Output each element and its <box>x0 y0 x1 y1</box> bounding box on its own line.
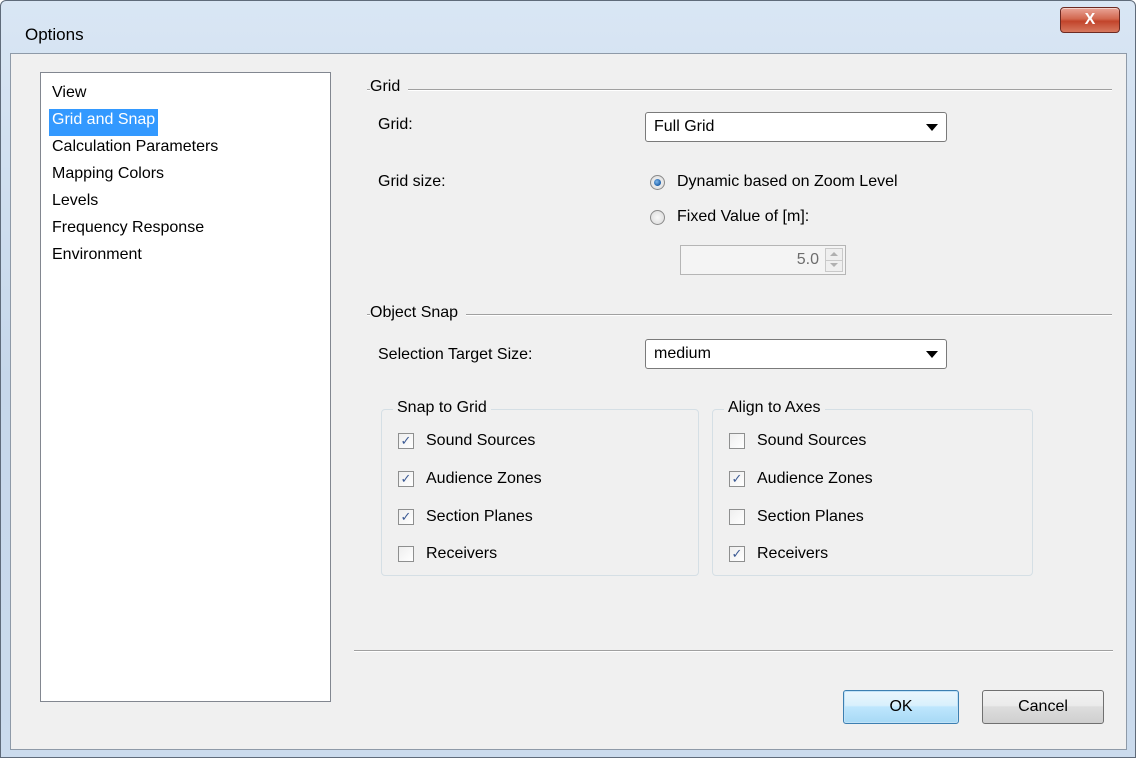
align-section-planes-label: Section Planes <box>757 508 864 525</box>
align-section-planes[interactable]: Section Planes <box>729 508 864 526</box>
checkbox[interactable]: ✓ <box>729 471 745 487</box>
chevron-down-icon <box>926 124 938 131</box>
align-to-axes-group: Align to Axes Sound Sources ✓ Audience Z… <box>712 399 1033 576</box>
align-receivers-label: Receivers <box>757 545 829 562</box>
nav-item-calculation-parameters[interactable]: Calculation Parameters <box>49 136 221 163</box>
snap-sound-sources-label: Sound Sources <box>426 432 536 449</box>
align-sound-sources-label: Sound Sources <box>757 432 867 449</box>
fixed-value-spinner[interactable]: 5.0 <box>680 245 846 275</box>
nav-item-grid-and-snap[interactable]: Grid and Snap <box>49 109 159 136</box>
nav-item-view[interactable]: View <box>49 82 89 109</box>
align-sound-sources[interactable]: Sound Sources <box>729 432 866 450</box>
window-title: Options <box>25 25 84 44</box>
snap-receivers[interactable]: Receivers <box>398 545 497 563</box>
checkbox[interactable] <box>729 433 745 449</box>
radio-dynamic-zoom[interactable]: Dynamic based on Zoom Level <box>650 173 898 191</box>
checkbox[interactable]: ✓ <box>398 509 414 525</box>
checkbox[interactable]: ✓ <box>729 546 745 562</box>
snap-receivers-label: Receivers <box>426 545 498 562</box>
object-snap-section-title: Object Snap <box>370 304 467 322</box>
selection-target-size-label: Selection Target Size: <box>378 346 533 363</box>
radio-dynamic-zoom-label: Dynamic based on Zoom Level <box>677 173 898 190</box>
nav-item-environment[interactable]: Environment <box>49 244 145 271</box>
nav-item-levels[interactable]: Levels <box>49 190 101 217</box>
radio-button[interactable] <box>650 174 665 190</box>
align-receivers[interactable]: ✓ Receivers <box>729 545 828 563</box>
spinner-buttons[interactable] <box>825 248 843 272</box>
snap-section-planes-label: Section Planes <box>426 508 533 525</box>
close-icon: X <box>1084 11 1096 28</box>
options-dialog: Options X View Grid and Snap Calculation… <box>0 0 1136 758</box>
align-audience-zones[interactable]: ✓ Audience Zones <box>729 470 873 488</box>
radio-fixed-value-label: Fixed Value of [m]: <box>677 208 810 225</box>
nav-item-frequency-response[interactable]: Frequency Response <box>49 217 207 244</box>
spinner-divider <box>826 260 842 261</box>
radio-button[interactable] <box>650 209 665 225</box>
selection-target-size-select[interactable]: medium <box>645 339 947 369</box>
snap-sound-sources[interactable]: ✓ Sound Sources <box>398 432 535 450</box>
grid-select-value: Full Grid <box>654 118 715 135</box>
checkbox[interactable]: ✓ <box>398 471 414 487</box>
checkbox[interactable] <box>729 509 745 525</box>
align-audience-zones-label: Audience Zones <box>757 470 873 487</box>
dialog-client-area: View Grid and Snap Calculation Parameter… <box>10 53 1127 750</box>
grid-label: Grid: <box>378 116 413 133</box>
snap-audience-zones-label: Audience Zones <box>426 470 542 487</box>
snap-section-planes[interactable]: ✓ Section Planes <box>398 508 533 526</box>
spin-up-icon[interactable] <box>830 252 838 256</box>
snap-audience-zones[interactable]: ✓ Audience Zones <box>398 470 542 488</box>
chevron-down-icon <box>926 351 938 358</box>
category-list[interactable]: View Grid and Snap Calculation Parameter… <box>40 72 331 702</box>
selection-target-size-value: medium <box>654 345 711 362</box>
footer-divider <box>354 650 1113 652</box>
cancel-button[interactable]: Cancel <box>982 690 1104 724</box>
grid-section-title: Grid <box>370 78 409 96</box>
grid-select[interactable]: Full Grid <box>645 112 947 142</box>
nav-item-mapping-colors[interactable]: Mapping Colors <box>49 163 167 190</box>
snap-to-grid-title: Snap to Grid <box>393 399 491 417</box>
grid-size-label: Grid size: <box>378 173 446 190</box>
grid-section-divider <box>367 89 1112 91</box>
object-snap-section-divider <box>367 314 1112 316</box>
align-to-axes-title: Align to Axes <box>724 399 825 417</box>
checkbox[interactable] <box>398 546 414 562</box>
checkbox[interactable]: ✓ <box>398 433 414 449</box>
spin-down-icon[interactable] <box>830 263 838 267</box>
snap-to-grid-group: Snap to Grid ✓ Sound Sources ✓ Audience … <box>381 399 699 576</box>
fixed-value-input[interactable]: 5.0 <box>797 251 819 269</box>
close-button[interactable]: X <box>1060 7 1120 33</box>
radio-fixed-value[interactable]: Fixed Value of [m]: <box>650 208 809 226</box>
ok-button[interactable]: OK <box>843 690 959 724</box>
